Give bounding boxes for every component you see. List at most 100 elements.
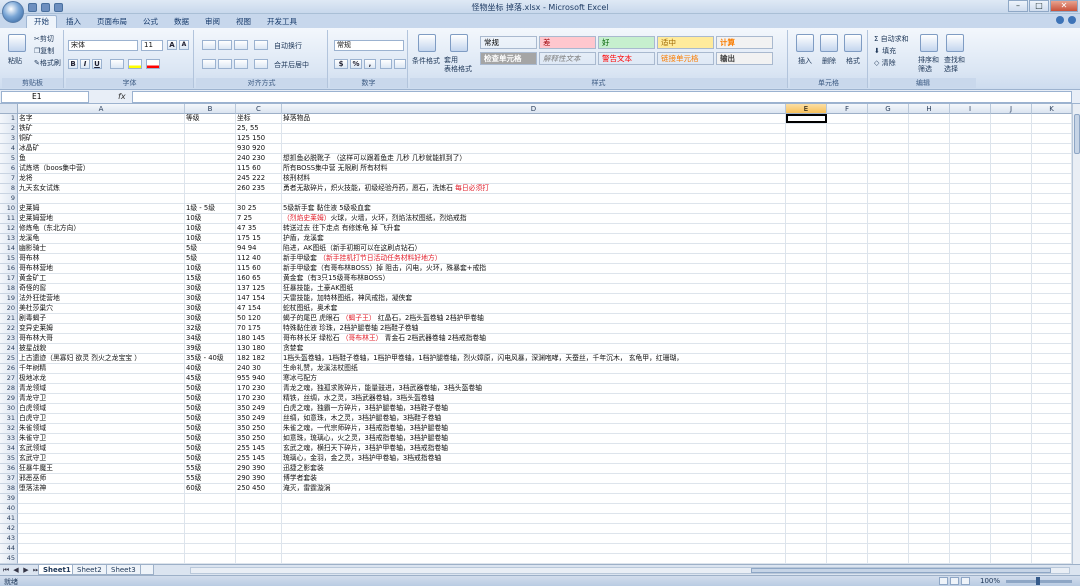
- cell-empty[interactable]: [827, 334, 868, 344]
- row-header[interactable]: 2: [0, 124, 18, 134]
- cut-button[interactable]: ✂剪切: [34, 34, 54, 44]
- horizontal-scroll-thumb[interactable]: [751, 568, 1051, 573]
- cell-empty[interactable]: [868, 184, 909, 194]
- cell-empty[interactable]: [909, 264, 950, 274]
- cell-empty[interactable]: [827, 134, 868, 144]
- cell-empty[interactable]: [827, 314, 868, 324]
- cell-empty[interactable]: [950, 294, 991, 304]
- sort-filter-button[interactable]: 排序和 筛选: [918, 56, 939, 74]
- orientation-icon[interactable]: [254, 40, 268, 50]
- cell-b[interactable]: 30级: [185, 304, 236, 314]
- cell-empty[interactable]: [868, 364, 909, 374]
- cell-b[interactable]: 60级: [185, 484, 236, 494]
- cell-empty[interactable]: [991, 414, 1032, 424]
- cell-empty[interactable]: [827, 554, 868, 564]
- cell-empty[interactable]: [950, 144, 991, 154]
- page-break-view-icon[interactable]: [961, 577, 970, 585]
- cell-empty[interactable]: [827, 184, 868, 194]
- cell-d[interactable]: 陷进，AK图纸（新手初期可以在这刷点钻石）: [282, 244, 786, 254]
- cell-empty[interactable]: [991, 404, 1032, 414]
- style-bad[interactable]: 差: [539, 36, 596, 49]
- cell-empty[interactable]: [950, 374, 991, 384]
- font-size-select[interactable]: 11: [141, 40, 163, 51]
- cell-empty[interactable]: [991, 184, 1032, 194]
- cell-empty[interactable]: [950, 384, 991, 394]
- cell-d[interactable]: 狂暴技能，土豪AK图纸: [282, 284, 786, 294]
- cell-empty[interactable]: [1032, 264, 1072, 274]
- tab-page-layout[interactable]: 页面布局: [90, 16, 134, 28]
- cell-empty[interactable]: [827, 504, 868, 514]
- cell-empty[interactable]: [909, 544, 950, 554]
- font-name-select[interactable]: 宋体: [68, 40, 138, 51]
- cell-empty[interactable]: [868, 164, 909, 174]
- cell-c[interactable]: [236, 544, 282, 554]
- row-header[interactable]: 39: [0, 494, 18, 504]
- cell-empty[interactable]: [950, 124, 991, 134]
- cell-empty[interactable]: [909, 164, 950, 174]
- cell-c[interactable]: 350 250: [236, 434, 282, 444]
- cell-empty[interactable]: [786, 524, 827, 534]
- style-output[interactable]: 输出: [716, 52, 773, 65]
- row-header[interactable]: 6: [0, 164, 18, 174]
- cell-empty[interactable]: [868, 234, 909, 244]
- cell-a[interactable]: 黄金矿工: [18, 274, 185, 284]
- cell-empty[interactable]: [868, 264, 909, 274]
- cell-empty[interactable]: [1032, 124, 1072, 134]
- cell-c[interactable]: 255 145: [236, 454, 282, 464]
- cell-empty[interactable]: [786, 204, 827, 214]
- ribbon-minimize-icon[interactable]: [1068, 16, 1076, 24]
- cell-c[interactable]: 245 222: [236, 174, 282, 184]
- cell-empty[interactable]: [827, 364, 868, 374]
- cell-a[interactable]: 青龙守卫: [18, 394, 185, 404]
- cell-empty[interactable]: [786, 124, 827, 134]
- cell-a[interactable]: 狂暴牛魔王: [18, 464, 185, 474]
- cell-c[interactable]: 180 145: [236, 334, 282, 344]
- cell-empty[interactable]: [950, 414, 991, 424]
- cell-empty[interactable]: [1032, 274, 1072, 284]
- cell-c[interactable]: 255 145: [236, 444, 282, 454]
- cell-empty[interactable]: [1032, 304, 1072, 314]
- cell-empty[interactable]: [1032, 224, 1072, 234]
- tab-view[interactable]: 视图: [229, 16, 258, 28]
- cell-empty[interactable]: [827, 354, 868, 364]
- row-header[interactable]: 20: [0, 304, 18, 314]
- sort-filter-icon[interactable]: [920, 34, 938, 52]
- cell-c[interactable]: 290 390: [236, 474, 282, 484]
- cell-empty[interactable]: [950, 254, 991, 264]
- cell-c[interactable]: 7 25: [236, 214, 282, 224]
- cell-empty[interactable]: [991, 264, 1032, 274]
- cell-a[interactable]: [18, 514, 185, 524]
- row-header[interactable]: 40: [0, 504, 18, 514]
- minimize-button[interactable]: –: [1008, 0, 1028, 12]
- cell-a[interactable]: 美杜莎巢穴: [18, 304, 185, 314]
- cell-d[interactable]: [282, 514, 786, 524]
- cell-c[interactable]: 147 154: [236, 294, 282, 304]
- cell-empty[interactable]: [1032, 444, 1072, 454]
- cell-empty[interactable]: [1032, 544, 1072, 554]
- cell-empty[interactable]: [868, 494, 909, 504]
- tab-review[interactable]: 审阅: [198, 16, 227, 28]
- cell-empty[interactable]: [950, 404, 991, 414]
- cell-empty[interactable]: [909, 344, 950, 354]
- cell-d[interactable]: 所有BOSS集中营 无限刷 所有材料: [282, 164, 786, 174]
- cell-d[interactable]: 贪婪套: [282, 344, 786, 354]
- cell-empty[interactable]: [909, 234, 950, 244]
- cell-c[interactable]: 290 390: [236, 464, 282, 474]
- row-header[interactable]: 21: [0, 314, 18, 324]
- cell-a[interactable]: 千年树精: [18, 364, 185, 374]
- style-calculation[interactable]: 计算: [716, 36, 773, 49]
- cell-empty[interactable]: [950, 314, 991, 324]
- cell-empty[interactable]: [909, 484, 950, 494]
- cell-empty[interactable]: [991, 294, 1032, 304]
- cell-d[interactable]: [282, 524, 786, 534]
- row-header[interactable]: 5: [0, 154, 18, 164]
- cell-empty[interactable]: [868, 454, 909, 464]
- cell-empty[interactable]: [786, 534, 827, 544]
- cell-empty[interactable]: [786, 474, 827, 484]
- cell-empty[interactable]: [868, 134, 909, 144]
- cell-empty[interactable]: [950, 284, 991, 294]
- cell-empty[interactable]: [991, 204, 1032, 214]
- cell-empty[interactable]: [909, 554, 950, 564]
- cell-c[interactable]: 112 40: [236, 254, 282, 264]
- cell-empty[interactable]: [786, 384, 827, 394]
